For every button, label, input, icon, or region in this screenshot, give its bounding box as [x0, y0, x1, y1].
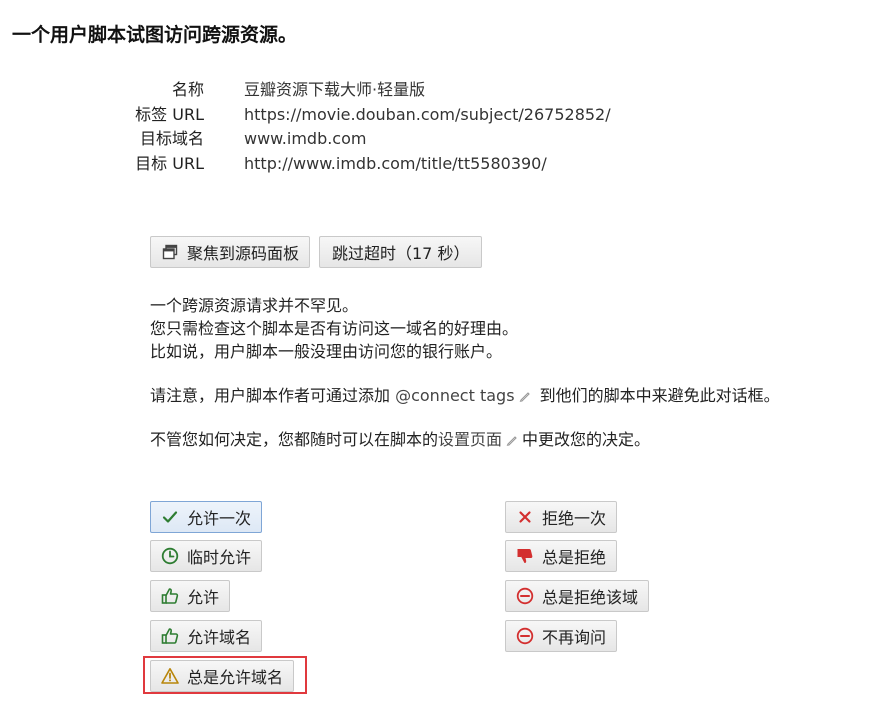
settings-note-prefix: 不管您如何决定，您都随时可以在脚本的 [150, 430, 439, 449]
allow-button[interactable]: 允许 [150, 580, 231, 612]
never-ask-label: 不再询问 [542, 628, 607, 647]
explanation-line: 比如说，用户脚本一般没理由访问您的银行账户。 [150, 342, 503, 361]
allow-temporarily-label: 临时允许 [187, 548, 252, 567]
info-label: 名称 [171, 80, 204, 99]
always-deny-button[interactable]: 总是拒绝 [505, 540, 618, 572]
thumbs-down-icon [516, 547, 534, 565]
pencil-icon [519, 385, 531, 402]
settings-note: 不管您如何决定，您都随时可以在脚本的设置页面 中更改您的决定。 [150, 428, 650, 451]
allow-temporarily-button[interactable]: 临时允许 [150, 540, 263, 572]
highlight-frame [143, 656, 307, 694]
allow-domain-button[interactable]: 允许域名 [150, 620, 263, 652]
settings-page-link[interactable]: 设置页面 [438, 430, 502, 449]
explanation-line: 一个跨源资源请求并不罕见。 [150, 296, 359, 315]
settings-note-suffix: 中更改您的决定。 [522, 430, 651, 449]
connect-tags-link[interactable]: @connect tags [395, 386, 514, 405]
info-row-target-domain: 目标域名 www.imdb.com [110, 127, 611, 152]
focus-source-label: 聚焦到源码面板 [187, 244, 300, 263]
pencil-icon [506, 429, 518, 446]
info-row-name: 名称 豆瓣资源下载大师·轻量版 [110, 78, 611, 103]
deny-once-label: 拒绝一次 [542, 509, 607, 528]
window-icon [161, 243, 179, 261]
info-value: www.imdb.com [244, 129, 367, 148]
always-deny-label: 总是拒绝 [542, 548, 607, 567]
skip-timeout-button[interactable]: 跳过超时（17 秒） [319, 236, 483, 268]
thumbs-up-icon [161, 587, 179, 605]
never-ask-button[interactable]: 不再询问 [505, 620, 618, 652]
dialog-title: 一个用户脚本试图访问跨源资源。 [12, 24, 298, 46]
connect-note-prefix: 请注意，用户脚本作者可通过添加 [150, 386, 396, 405]
info-label: 目标域名 [139, 129, 204, 148]
checkmark-icon [161, 508, 179, 526]
allow-domain-label: 允许域名 [187, 628, 252, 647]
block-icon [516, 627, 534, 645]
info-row-target-url: 目标 URL http://www.imdb.com/title/tt55803… [110, 152, 611, 177]
allow-once-label: 允许一次 [187, 509, 252, 528]
block-icon [516, 587, 534, 605]
explanation-text: 一个跨源资源请求并不罕见。 您只需检查这个脚本是否有访问这一域名的好理由。 比如… [150, 294, 518, 363]
close-icon [516, 508, 534, 526]
info-value: https://movie.douban.com/subject/2675285… [244, 104, 611, 124]
connect-note-suffix: 到他们的脚本中来避免此对话框。 [534, 386, 780, 405]
deny-once-button[interactable]: 拒绝一次 [505, 501, 618, 533]
info-label: 目标 URL [135, 153, 204, 173]
allow-once-button[interactable]: 允许一次 [150, 501, 263, 533]
info-label: 标签 URL [135, 104, 204, 124]
thumbs-up-icon [161, 627, 179, 645]
info-value: 豆瓣资源下载大师·轻量版 [244, 80, 426, 99]
skip-timeout-label: 跳过超时（17 秒） [332, 244, 470, 263]
info-value: http://www.imdb.com/title/tt5580390/ [244, 153, 547, 173]
request-info: 名称 豆瓣资源下载大师·轻量版 标签 URL https://movie.dou… [110, 78, 611, 177]
connect-note: 请注意，用户脚本作者可通过添加 @connect tags 到他们的脚本中来避免… [150, 384, 780, 407]
allow-label: 允许 [187, 588, 220, 607]
always-deny-domain-button[interactable]: 总是拒绝该域 [505, 580, 650, 612]
clock-icon [161, 547, 179, 565]
always-deny-domain-label: 总是拒绝该域 [542, 588, 639, 607]
focus-source-button[interactable]: 聚焦到源码面板 [150, 236, 311, 268]
info-row-tab-url: 标签 URL https://movie.douban.com/subject/… [110, 103, 611, 128]
explanation-line: 您只需检查这个脚本是否有访问这一域名的好理由。 [150, 319, 519, 338]
